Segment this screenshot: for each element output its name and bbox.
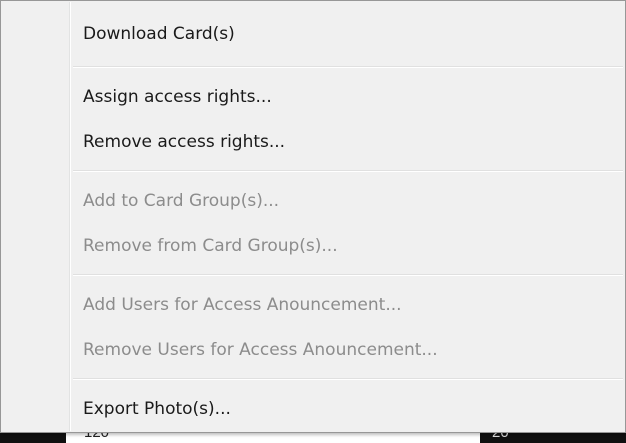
menu-item-remove-users-access-announcement[interactable]: Remove Users for Access Anouncement... bbox=[71, 327, 623, 373]
menu-item-assign-access-rights[interactable]: Assign access rights... bbox=[71, 74, 623, 120]
underlying-cell-text: 20 bbox=[492, 433, 509, 441]
menu-separator bbox=[73, 170, 623, 172]
menu-item-remove-access-rights[interactable]: Remove access rights... bbox=[71, 119, 623, 165]
menu-item-add-to-card-group[interactable]: Add to Card Group(s)... bbox=[71, 178, 623, 224]
menu-item-add-users-access-announcement[interactable]: Add Users for Access Anouncement... bbox=[71, 282, 623, 328]
underlying-dark-cell-left bbox=[0, 433, 66, 443]
menu-separator bbox=[73, 378, 623, 380]
menu-icon-gutter bbox=[1, 1, 69, 432]
menu-item-download-cards[interactable]: Download Card(s) bbox=[71, 11, 623, 57]
menu-item-remove-from-card-group[interactable]: Remove from Card Group(s)... bbox=[71, 223, 623, 269]
menu-separator bbox=[73, 274, 623, 276]
underlying-window-strip: 120 20 bbox=[0, 433, 626, 443]
underlying-cell-text: 120 bbox=[84, 433, 109, 441]
menu-separator bbox=[73, 66, 623, 68]
context-menu: Download Card(s) Assign access rights...… bbox=[0, 0, 626, 433]
menu-item-export-photos[interactable]: Export Photo(s)... bbox=[71, 386, 623, 432]
